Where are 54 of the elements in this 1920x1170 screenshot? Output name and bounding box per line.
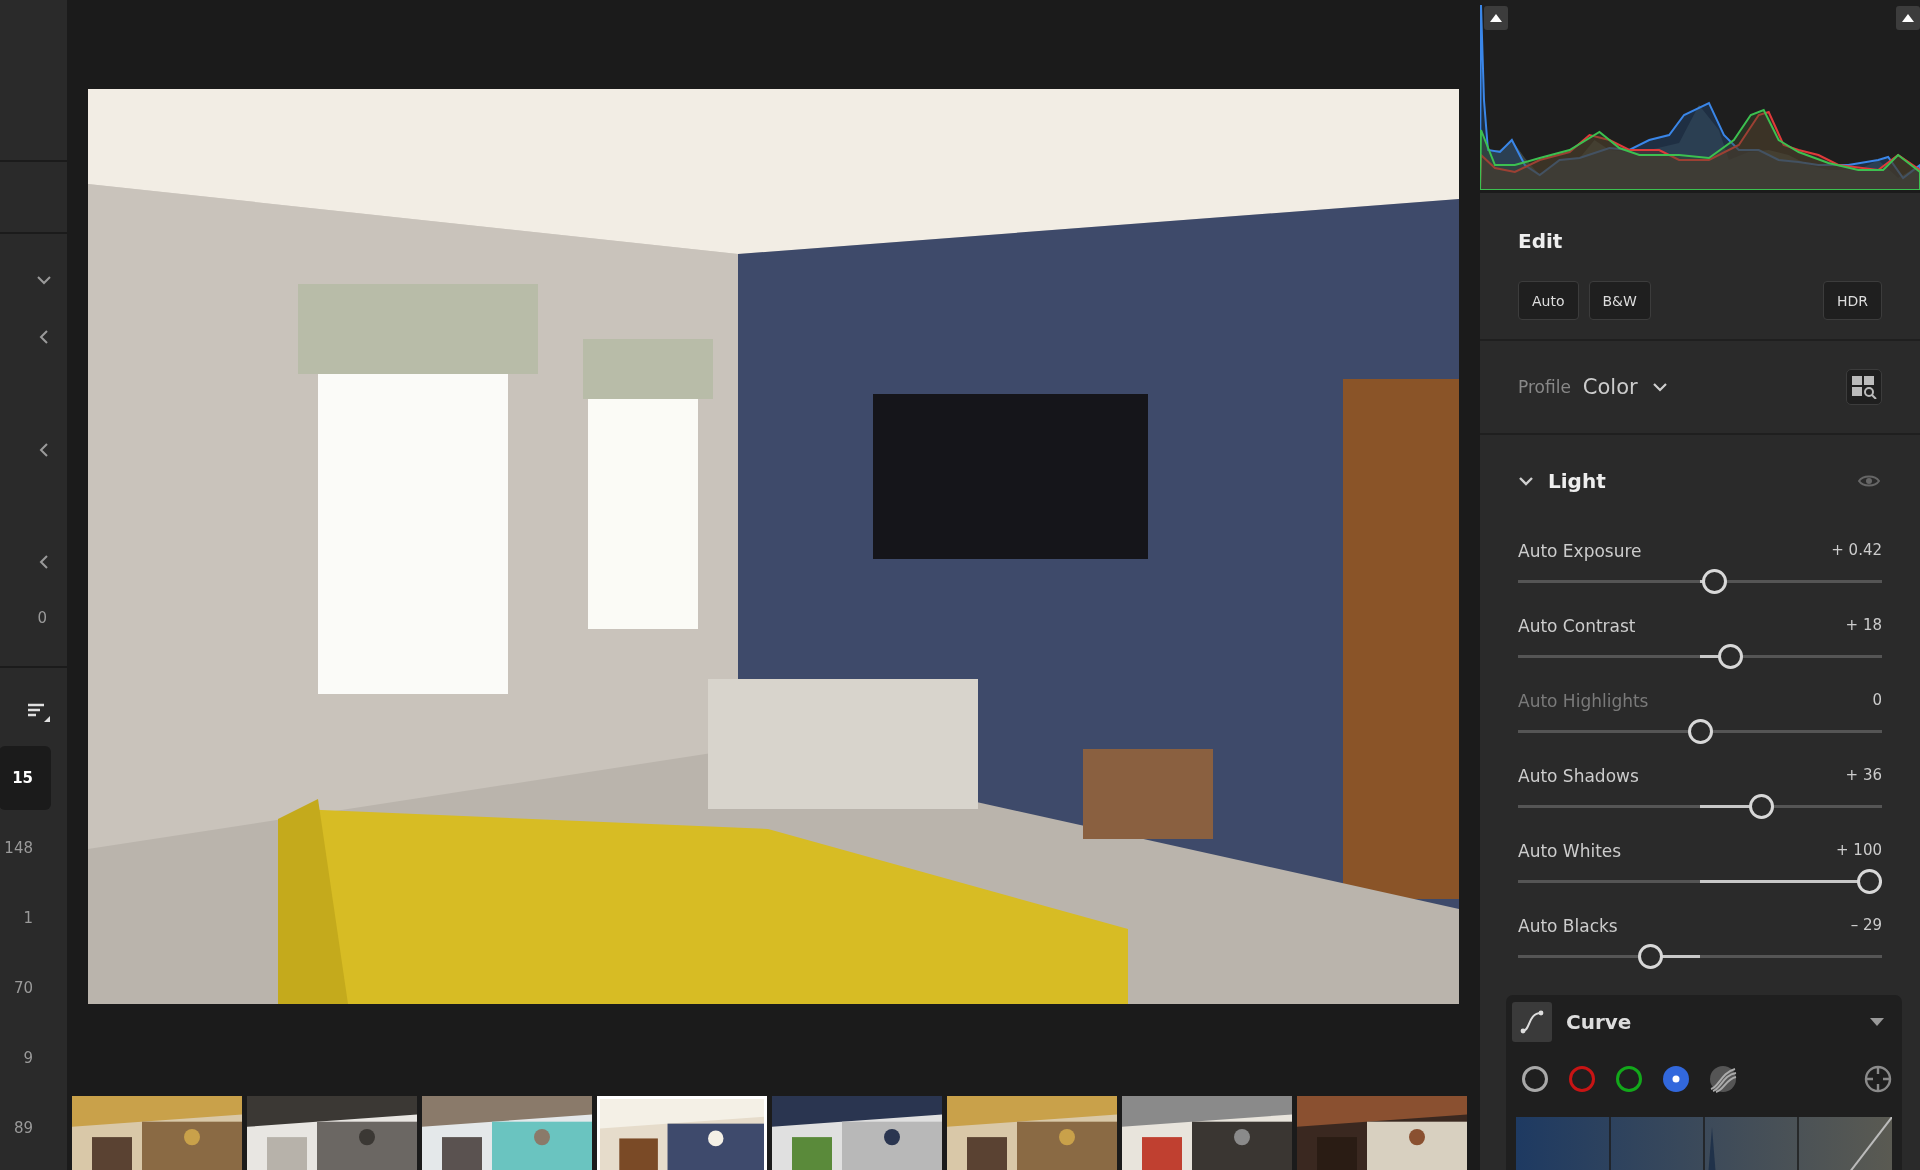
slider-thumb[interactable] [1687, 719, 1713, 744]
eye-icon[interactable] [1858, 474, 1880, 488]
preset-button[interactable]: B&W [1588, 281, 1651, 320]
count-label: 0 [37, 609, 47, 627]
curve-button[interactable] [1512, 1002, 1552, 1042]
profile-dropdown[interactable]: Color [1582, 375, 1668, 399]
count-item[interactable]: 1 [0, 886, 51, 950]
slider-label: Auto Blacks [1518, 916, 1618, 936]
slider-thumb[interactable] [1857, 869, 1882, 894]
count-item[interactable]: 70 [0, 956, 51, 1020]
slider-value: + 0.42 [1831, 541, 1882, 561]
sort-icon[interactable] [27, 702, 51, 722]
count-item[interactable]: 15 [0, 746, 51, 810]
triangle-up-icon [1902, 14, 1914, 22]
slider-value: + 36 [1845, 766, 1882, 786]
slider-label: Auto Whites [1518, 841, 1622, 861]
triangle-up-icon [1490, 14, 1502, 22]
slider-thumb[interactable] [1718, 644, 1743, 669]
preset-button[interactable]: HDR [1822, 281, 1882, 320]
section-title[interactable]: Curve [1566, 1010, 1632, 1034]
slider-label: Auto Contrast [1518, 616, 1636, 636]
highlight-clipping-button[interactable] [1896, 6, 1920, 30]
count-item[interactable]: 148 [0, 816, 51, 880]
shadow-clipping-button[interactable] [1484, 6, 1508, 30]
chevron-down-icon[interactable] [1518, 476, 1534, 486]
slider-value: + 18 [1845, 616, 1882, 636]
chevron-down-icon[interactable] [36, 275, 52, 285]
count-item[interactable]: 89 [0, 1096, 51, 1160]
profile-label: Profile [1518, 377, 1571, 397]
profile-browser-button[interactable] [1846, 369, 1882, 405]
preset-button[interactable]: Auto [1518, 281, 1579, 320]
chevron-left-icon[interactable] [39, 554, 49, 570]
grid-search-icon [1851, 375, 1877, 399]
slider-value: 0 [1872, 691, 1882, 711]
section-title[interactable]: Light [1548, 469, 1606, 493]
channel-button[interactable] [1521, 1065, 1549, 1093]
channel-button[interactable] [1662, 1065, 1690, 1093]
chevron-down-icon [1651, 382, 1668, 392]
slider-label: Auto Exposure [1518, 541, 1642, 561]
parametric-curve-icon[interactable] [1709, 1065, 1737, 1093]
slider-value: – 29 [1850, 916, 1882, 936]
slider-label: Auto Highlights [1518, 691, 1649, 711]
slider-thumb[interactable] [1701, 569, 1727, 594]
curve-icon [1520, 1010, 1544, 1034]
panel-title: Edit [1518, 229, 1564, 253]
chevron-left-icon[interactable] [39, 329, 49, 345]
slider-label: Auto Shadows [1518, 766, 1639, 786]
slider-thumb[interactable] [1748, 794, 1774, 819]
slider-value: + 100 [1836, 841, 1882, 861]
caret-down-icon[interactable] [1870, 1018, 1884, 1026]
count-item[interactable]: 9 [0, 1026, 51, 1090]
slider-thumb[interactable] [1638, 944, 1664, 969]
chevron-left-icon[interactable] [39, 442, 49, 458]
target-icon[interactable] [1864, 1065, 1892, 1093]
